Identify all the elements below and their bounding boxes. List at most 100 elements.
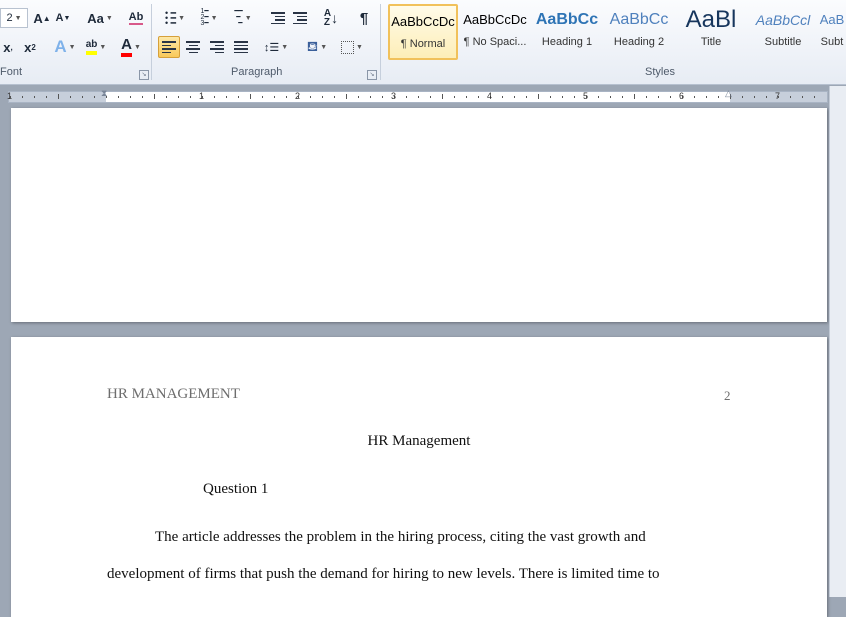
ruler-dot: [766, 96, 767, 98]
ruler-tick: [538, 94, 539, 99]
chevron-down-icon: ▼: [105, 14, 113, 22]
ruler-dot: [646, 96, 647, 98]
font-size-dropdown[interactable]: 2 ▼: [0, 8, 28, 28]
highlight-color-button[interactable]: ab ▼: [82, 36, 110, 58]
text-effects-button[interactable]: A ▼: [52, 36, 78, 58]
ruler-dot: [802, 96, 803, 98]
style-preview: AaB: [819, 12, 845, 27]
justify-button[interactable]: [230, 36, 252, 58]
ruler-number: 6: [679, 91, 685, 101]
ruler-dot: [622, 96, 623, 98]
grow-font-button[interactable]: A ▲: [32, 7, 52, 29]
style-name: ¶ Normal: [400, 38, 446, 50]
line-spacing-icon: ↕☰: [263, 41, 280, 54]
bullets-icon: • ━ • ━ • ━: [164, 7, 177, 28]
document-page[interactable]: HR MANAGEMENT 2 HR Management Question 1…: [11, 337, 827, 617]
subscript-button[interactable]: x,: [0, 36, 16, 58]
paragraph-dialog-launcher[interactable]: ↘: [367, 70, 377, 80]
numbering-button[interactable]: 1━ 2━ 3━ ▼: [194, 7, 224, 29]
document-title: HR Management: [367, 433, 471, 449]
increase-indent-icon: [293, 12, 307, 24]
ruler-dot: [310, 96, 311, 98]
indent-marker-icon[interactable]: ⧗: [101, 88, 107, 99]
ruler-dot: [406, 96, 407, 98]
show-formatting-marks-button[interactable]: ¶: [354, 7, 374, 29]
style-tile[interactable]: AaBbCc Heading 2: [604, 4, 674, 60]
ruler-dot: [550, 96, 551, 98]
font-group-label: Font: [0, 66, 23, 78]
chevron-down-icon: ▼: [178, 14, 185, 22]
multilevel-list-button[interactable]: ━━ ━ ━ ▼: [228, 7, 258, 29]
ruler-tick: [634, 94, 635, 99]
font-color-icon: A: [121, 37, 132, 57]
change-case-button[interactable]: Aa ▼: [86, 7, 114, 29]
ruler-dot: [286, 96, 287, 98]
document-page[interactable]: [11, 108, 827, 322]
vertical-scrollbar[interactable]: [829, 86, 846, 597]
ruler-dot: [358, 96, 359, 98]
ruler-dot: [670, 96, 671, 98]
ruler-dot: [790, 96, 791, 98]
line-spacing-button[interactable]: ↕☰ ▼: [262, 36, 290, 58]
superscript-button[interactable]: x2: [20, 36, 40, 58]
pilcrow-icon: ¶: [359, 9, 369, 27]
style-tile[interactable]: AaBbCcl Subtitle: [748, 4, 818, 60]
ruler-dot: [658, 96, 659, 98]
ruler-dot: [190, 96, 191, 98]
ruler-dot: [418, 96, 419, 98]
ruler-dot: [130, 96, 131, 98]
style-tile[interactable]: AaBbCcDc ¶ Normal: [388, 4, 458, 60]
style-preview: AaBbCcDc: [463, 12, 527, 27]
align-right-button[interactable]: [206, 36, 228, 58]
shrink-font-button[interactable]: A ▼: [54, 7, 72, 29]
ruler-number: 4: [487, 91, 493, 101]
decrease-indent-button[interactable]: [268, 7, 288, 29]
chevron-down-icon: ▼: [320, 43, 328, 51]
horizontal-ruler[interactable]: 1 1 2 3 4 5 6 7 ⧗ △: [0, 88, 830, 106]
borders-button[interactable]: ▼: [338, 36, 366, 58]
shading-button[interactable]: ⛾ ▼: [302, 36, 332, 58]
ruler-tick: [58, 94, 59, 99]
sort-button[interactable]: A Z ↓: [320, 7, 342, 29]
increase-indent-button[interactable]: [290, 7, 310, 29]
style-name: Subt: [820, 36, 844, 48]
ribbon: 2 ▼ A ▲ A ▼ Aa ▼ Ab x, x2 A ▼ ab ▼ A ▼ Font ↘ •…: [0, 0, 846, 85]
ruler-dot: [238, 96, 239, 98]
ruler-dot: [706, 96, 707, 98]
ruler-number: 1: [7, 91, 13, 101]
page-header-text: HR MANAGEMENT: [107, 386, 240, 402]
font-color-button[interactable]: A ▼: [116, 36, 146, 58]
ruler-dot: [46, 96, 47, 98]
style-preview: AaBbCc: [609, 11, 669, 28]
ruler-number: 1: [199, 91, 205, 101]
ruler-dot: [742, 96, 743, 98]
body-line: The article addresses the problem in the…: [155, 529, 646, 545]
font-dialog-launcher[interactable]: ↘: [139, 70, 149, 80]
align-center-button[interactable]: [182, 36, 204, 58]
clear-formatting-button[interactable]: Ab: [126, 7, 146, 29]
text-effects-icon: A: [54, 37, 67, 56]
ruler-dot: [118, 96, 119, 98]
ruler-dot: [382, 96, 383, 98]
ruler-dot: [502, 96, 503, 98]
ruler-dot: [82, 96, 83, 98]
style-tile[interactable]: AaBbCc Heading 1: [532, 4, 602, 60]
style-name: Title: [700, 36, 722, 48]
style-preview: AaBl: [685, 6, 737, 33]
right-indent-marker-icon[interactable]: △: [725, 88, 732, 99]
bullets-button[interactable]: • ━ • ━ • ━ ▼: [160, 7, 190, 29]
style-preview: AaBbCcDc: [391, 14, 455, 29]
ruler-dot: [214, 96, 215, 98]
chevron-down-icon: ▼: [244, 14, 252, 22]
ruler-number: 7: [775, 91, 781, 101]
chevron-down-icon: ▼: [356, 43, 363, 51]
sort-icon: AZ: [323, 8, 332, 28]
style-tile[interactable]: AaB Subt: [818, 4, 846, 60]
style-tile[interactable]: AaBbCcDc ¶ No Spaci...: [460, 4, 530, 60]
ruler-number: 2: [295, 91, 301, 101]
style-tile[interactable]: AaBl Title: [676, 4, 746, 60]
style-name: Heading 1: [541, 36, 593, 48]
align-left-button[interactable]: [158, 36, 180, 58]
ruler-tick: [346, 94, 347, 99]
ruler-dot: [94, 96, 95, 98]
